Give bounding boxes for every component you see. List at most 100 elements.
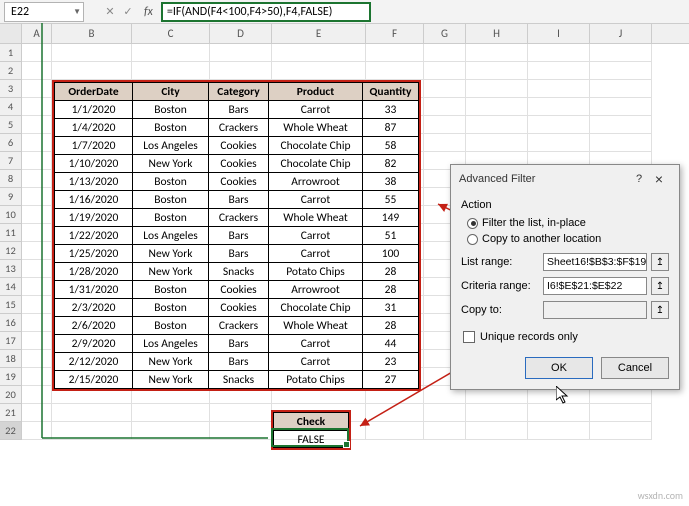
cell[interactable] xyxy=(52,422,132,440)
cell[interactable] xyxy=(366,44,424,62)
table-cell[interactable]: 2/15/2020 xyxy=(55,371,133,389)
row-header-9[interactable]: 9 xyxy=(0,188,22,206)
cell[interactable] xyxy=(22,296,52,314)
dialog-titlebar[interactable]: Advanced Filter ? × xyxy=(451,165,679,193)
cell[interactable] xyxy=(22,206,52,224)
table-cell[interactable]: New York xyxy=(133,353,209,371)
cell[interactable] xyxy=(424,116,466,134)
table-cell[interactable]: 2/3/2020 xyxy=(55,299,133,317)
col-header-J[interactable]: J xyxy=(590,24,652,43)
cell[interactable] xyxy=(590,44,652,62)
table-cell[interactable]: 1/7/2020 xyxy=(55,137,133,155)
row-header-11[interactable]: 11 xyxy=(0,224,22,242)
cell[interactable] xyxy=(466,80,528,98)
table-cell[interactable]: 44 xyxy=(363,335,419,353)
table-cell[interactable]: 149 xyxy=(363,209,419,227)
cell[interactable] xyxy=(22,260,52,278)
row-header-21[interactable]: 21 xyxy=(0,404,22,422)
col-header-A[interactable]: A xyxy=(22,24,52,43)
cell[interactable] xyxy=(466,422,528,440)
table-cell[interactable]: 28 xyxy=(363,281,419,299)
cell[interactable] xyxy=(272,62,366,80)
table-cell[interactable]: Bars xyxy=(209,101,269,119)
cell[interactable] xyxy=(210,62,272,80)
table-cell[interactable]: Boston xyxy=(133,101,209,119)
row-header-4[interactable]: 4 xyxy=(0,98,22,116)
cell[interactable] xyxy=(590,62,652,80)
table-cell[interactable]: Crackers xyxy=(209,209,269,227)
table-cell[interactable]: New York xyxy=(133,155,209,173)
cell[interactable] xyxy=(424,62,466,80)
cell[interactable] xyxy=(466,62,528,80)
table-cell[interactable]: 1/16/2020 xyxy=(55,191,133,209)
row-header-1[interactable]: 1 xyxy=(0,44,22,62)
table-cell[interactable]: 2/9/2020 xyxy=(55,335,133,353)
name-box-dropdown-icon[interactable]: ▼ xyxy=(73,7,81,17)
col-header-B[interactable]: B xyxy=(52,24,132,43)
table-cell[interactable]: 2/6/2020 xyxy=(55,317,133,335)
table-cell[interactable]: 58 xyxy=(363,137,419,155)
cell[interactable] xyxy=(590,80,652,98)
row-header-19[interactable]: 19 xyxy=(0,368,22,386)
table-cell[interactable]: Snacks xyxy=(209,263,269,281)
row-header-20[interactable]: 20 xyxy=(0,386,22,404)
cell[interactable] xyxy=(424,80,466,98)
table-cell[interactable]: Cookies xyxy=(209,137,269,155)
table-cell[interactable]: Crackers xyxy=(209,317,269,335)
table-cell[interactable]: 82 xyxy=(363,155,419,173)
cell[interactable] xyxy=(528,80,590,98)
table-cell[interactable]: Crackers xyxy=(209,119,269,137)
row-header-7[interactable]: 7 xyxy=(0,152,22,170)
table-cell[interactable]: Bars xyxy=(209,227,269,245)
help-icon[interactable]: ? xyxy=(631,173,647,185)
table-cell[interactable]: Boston xyxy=(133,317,209,335)
radio-filter-in-place[interactable]: Filter the list, in-place xyxy=(461,215,669,231)
cell[interactable] xyxy=(466,116,528,134)
table-cell[interactable]: Bars xyxy=(209,335,269,353)
row-header-3[interactable]: 3 xyxy=(0,80,22,98)
cell[interactable] xyxy=(132,62,210,80)
cell[interactable] xyxy=(590,404,652,422)
cell[interactable] xyxy=(22,350,52,368)
cell[interactable] xyxy=(590,98,652,116)
table-cell[interactable]: Bars xyxy=(209,353,269,371)
col-header-G[interactable]: G xyxy=(424,24,466,43)
table-cell[interactable]: 1/25/2020 xyxy=(55,245,133,263)
table-cell[interactable]: Whole Wheat xyxy=(269,317,363,335)
row-header-16[interactable]: 16 xyxy=(0,314,22,332)
cell[interactable] xyxy=(466,134,528,152)
table-cell[interactable]: 1/4/2020 xyxy=(55,119,133,137)
row-header-17[interactable]: 17 xyxy=(0,332,22,350)
cell[interactable] xyxy=(132,404,210,422)
cell[interactable] xyxy=(424,134,466,152)
row-header-5[interactable]: 5 xyxy=(0,116,22,134)
cell[interactable] xyxy=(22,80,52,98)
copy-to-picker-icon[interactable]: ↥ xyxy=(651,301,669,319)
table-cell[interactable]: Boston xyxy=(133,281,209,299)
cell[interactable] xyxy=(466,98,528,116)
fx-icon[interactable]: fx xyxy=(144,5,153,19)
cell[interactable] xyxy=(528,44,590,62)
col-header-D[interactable]: D xyxy=(210,24,272,43)
table-cell[interactable]: Carrot xyxy=(269,227,363,245)
unique-records-checkbox[interactable]: Unique records only xyxy=(461,331,669,343)
table-cell[interactable]: Cookies xyxy=(209,299,269,317)
table-cell[interactable]: 1/1/2020 xyxy=(55,101,133,119)
col-header-C[interactable]: C xyxy=(132,24,210,43)
cell[interactable] xyxy=(22,170,52,188)
table-cell[interactable]: Los Angeles xyxy=(133,335,209,353)
cell[interactable] xyxy=(528,404,590,422)
table-cell[interactable]: Whole Wheat xyxy=(269,119,363,137)
cell[interactable] xyxy=(366,62,424,80)
criteria-range-input[interactable]: I6!$E$21:$E$22 xyxy=(543,277,647,295)
table-cell[interactable]: 33 xyxy=(363,101,419,119)
cell[interactable] xyxy=(22,44,52,62)
table-cell[interactable]: 1/19/2020 xyxy=(55,209,133,227)
table-cell[interactable]: Boston xyxy=(133,119,209,137)
table-cell[interactable]: Cookies xyxy=(209,173,269,191)
cell[interactable] xyxy=(366,404,424,422)
list-range-picker-icon[interactable]: ↥ xyxy=(651,253,669,271)
table-cell[interactable]: 1/10/2020 xyxy=(55,155,133,173)
cell[interactable] xyxy=(22,62,52,80)
table-cell[interactable]: Los Angeles xyxy=(133,137,209,155)
